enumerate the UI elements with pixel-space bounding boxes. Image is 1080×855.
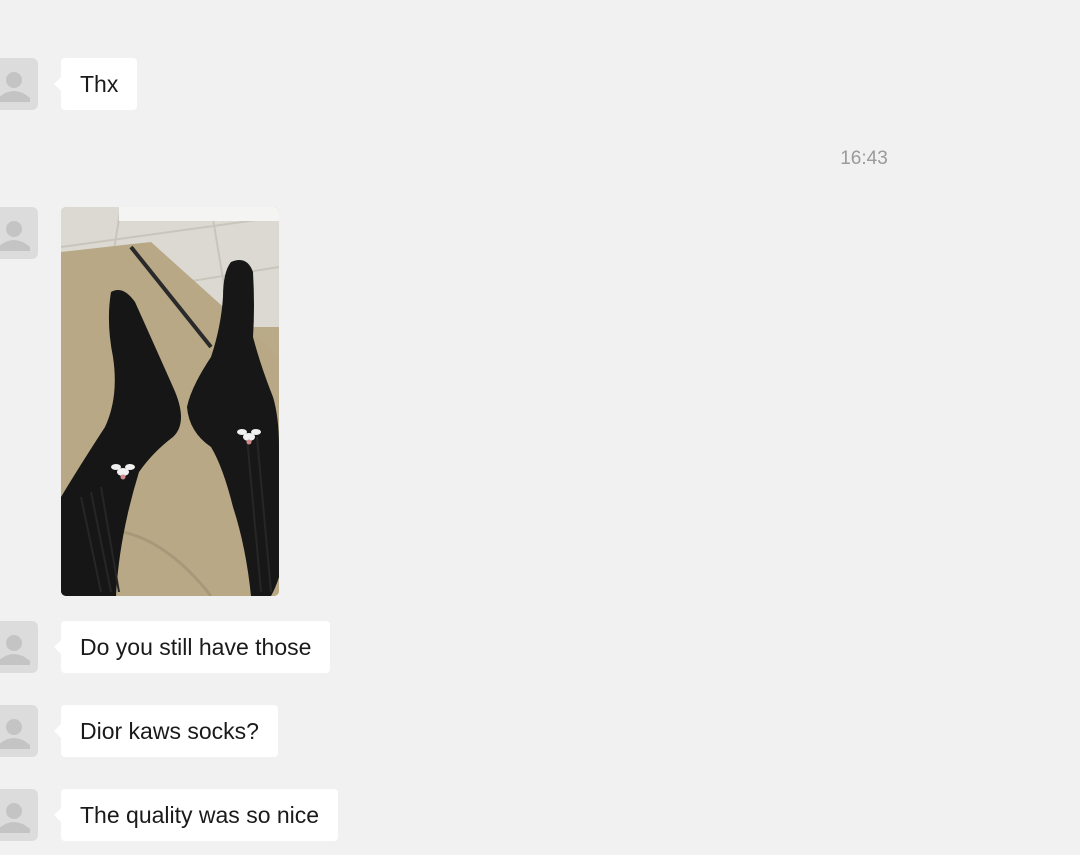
message-bubble[interactable]: The quality was so nice	[53, 789, 339, 841]
message-text: The quality was so nice	[80, 801, 320, 828]
user-placeholder-icon	[0, 72, 30, 102]
user-placeholder-icon	[0, 803, 30, 833]
message-bubble[interactable]: Do you still have those	[53, 621, 331, 673]
message-text: Dior kaws socks?	[80, 717, 259, 744]
user-placeholder-icon	[0, 635, 30, 665]
message-text: Thx	[80, 70, 119, 97]
user-placeholder-icon	[0, 719, 30, 749]
photo-icon	[61, 207, 279, 596]
message-text: Do you still have those	[80, 633, 312, 660]
avatar[interactable]	[0, 705, 38, 757]
message-bubble[interactable]: Dior kaws socks?	[54, 705, 278, 757]
avatar[interactable]	[0, 207, 38, 259]
avatar[interactable]	[0, 621, 38, 673]
timestamp: 16:43	[840, 148, 888, 169]
photo-message[interactable]	[61, 207, 279, 596]
avatar[interactable]	[0, 58, 38, 110]
user-placeholder-icon	[0, 221, 30, 251]
avatar[interactable]	[0, 789, 38, 841]
message-bubble[interactable]: Thx	[53, 58, 138, 110]
